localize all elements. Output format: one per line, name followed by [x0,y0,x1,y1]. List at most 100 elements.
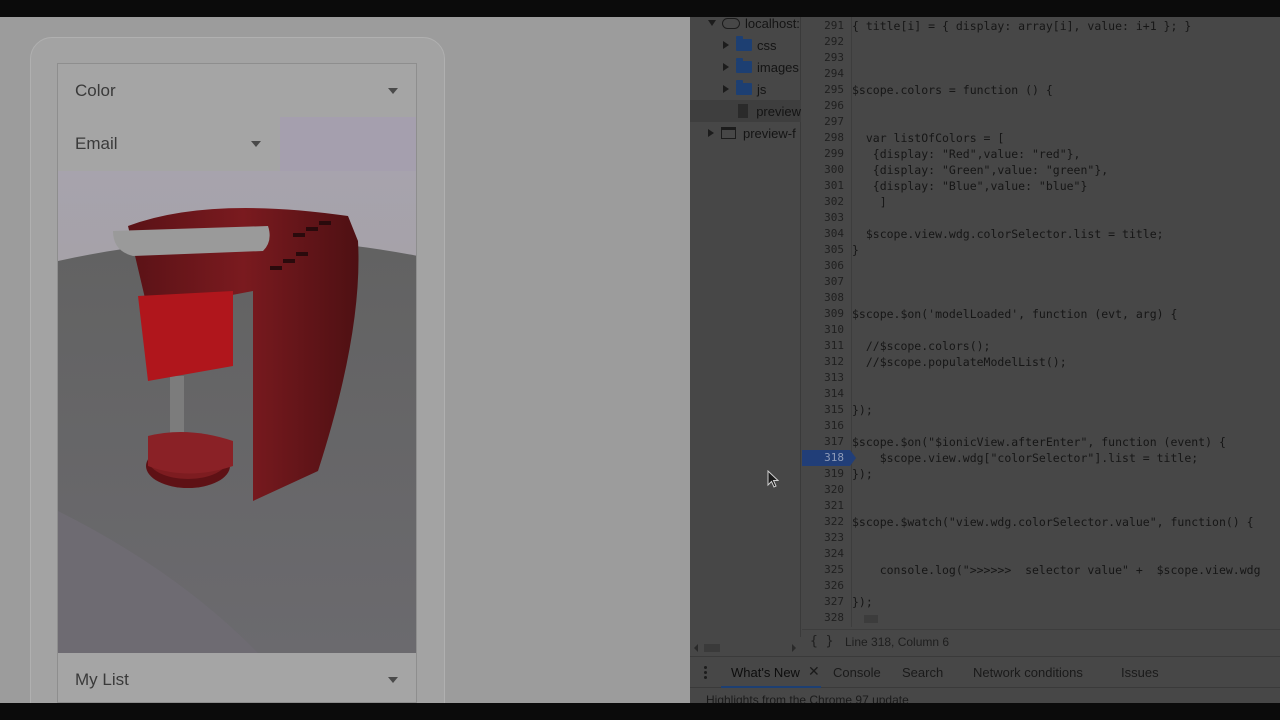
code-line[interactable]: 292 [802,34,1280,50]
code-line[interactable]: 310 [802,322,1280,338]
code-line[interactable]: 321 [802,498,1280,514]
line-number[interactable]: 322 [802,514,844,530]
tab-console[interactable]: Console [833,665,881,680]
line-number[interactable]: 315 [802,402,844,418]
code-line[interactable]: 325 console.log(">>>>>> selector value" … [802,562,1280,578]
code-line[interactable]: 320 [802,482,1280,498]
line-number[interactable]: 297 [802,114,844,130]
tree-item-css[interactable]: css [723,34,803,56]
line-number[interactable]: 307 [802,274,844,290]
tab-network-conditions[interactable]: Network conditions [973,665,1083,680]
code-line[interactable]: 327}); [802,594,1280,610]
tree-item-preview[interactable]: preview [690,100,801,122]
color-select[interactable]: Color [58,64,416,118]
code-line[interactable]: 319}); [802,466,1280,482]
model-viewer[interactable] [58,171,416,653]
code-line[interactable]: 311 //$scope.colors(); [802,338,1280,354]
line-number[interactable]: 295 [802,82,844,98]
line-number[interactable]: 305 [802,242,844,258]
code-line[interactable]: 291 { title[i] = { display: array[i], val… [802,18,1280,34]
line-number[interactable]: 323 [802,530,844,546]
more-options-icon[interactable] [704,666,708,680]
code-line[interactable]: 297 [802,114,1280,130]
code-line[interactable]: 315}); [802,402,1280,418]
code-line[interactable]: 322 $scope.$watch("view.wdg.colorSelector… [802,514,1280,530]
code-line[interactable]: 293 [802,50,1280,66]
code-line[interactable]: 312 //$scope.populateModelList(); [802,354,1280,370]
code-line[interactable]: 299 {display: "Red",value: "red"}, [802,146,1280,162]
code-line[interactable]: 318 $scope.view.wdg["colorSelector"].lis… [802,450,1280,466]
line-number[interactable]: 294 [802,66,844,82]
code-line[interactable]: 306 [802,258,1280,274]
tab-whats-new[interactable]: What's New [731,665,800,680]
code-line[interactable]: 326 [802,578,1280,594]
line-number[interactable]: 299 [802,146,844,162]
line-number[interactable]: 325 [802,562,844,578]
line-number[interactable]: 309 [802,306,844,322]
tab-search[interactable]: Search [902,665,943,680]
editor-scrollbar[interactable] [852,612,1280,626]
line-number[interactable]: 292 [802,34,844,50]
scroll-thumb[interactable] [704,644,720,652]
line-number[interactable]: 296 [802,98,844,114]
code-line[interactable]: 296 [802,98,1280,114]
line-number[interactable]: 311 [802,338,844,354]
email-select[interactable]: Email [58,117,280,171]
code-line[interactable]: 309 $scope.$on('modelLoaded', function (e… [802,306,1280,322]
line-number[interactable]: 291 [802,18,844,34]
tab-issues[interactable]: Issues [1121,665,1159,680]
line-number[interactable]: 316 [802,418,844,434]
line-number[interactable]: 298 [802,130,844,146]
code-line[interactable]: 324 [802,546,1280,562]
tree-item-preview-frame[interactable]: preview-f [708,122,803,144]
file-icon [738,104,749,118]
code-line[interactable]: 308 [802,290,1280,306]
drawer-content: Highlights from the Chrome 97 update [706,693,909,703]
code-line[interactable]: 302 ] [802,194,1280,210]
code-line[interactable]: 304 $scope.view.wdg.colorSelector.list =… [802,226,1280,242]
line-number[interactable]: 304 [802,226,844,242]
scroll-thumb[interactable] [864,615,878,623]
line-number[interactable]: 326 [802,578,844,594]
code-line[interactable]: 298 var listOfColors = [ [802,130,1280,146]
code-line[interactable]: 307 [802,274,1280,290]
code-line[interactable]: 317 $scope.$on("$ionicView.afterEnter", f… [802,434,1280,450]
code-line[interactable]: 323 [802,530,1280,546]
line-number[interactable]: 318 [802,450,856,466]
tree-item-js[interactable]: js [723,78,803,100]
my-list-select[interactable]: My List [58,653,416,702]
line-number[interactable]: 320 [802,482,844,498]
code-line[interactable]: 301 {display: "Blue",value: "blue"} [802,178,1280,194]
pretty-print-button[interactable]: { } [810,634,833,649]
line-number[interactable]: 310 [802,322,844,338]
line-number[interactable]: 312 [802,354,844,370]
code-line[interactable]: 316 [802,418,1280,434]
code-line[interactable]: 314 [802,386,1280,402]
line-number[interactable]: 293 [802,50,844,66]
tree-item-localhost[interactable]: localhost: [708,17,803,34]
code-line[interactable]: 300 {display: "Green",value: "green"}, [802,162,1280,178]
line-number[interactable]: 303 [802,210,844,226]
line-number[interactable]: 306 [802,258,844,274]
line-number[interactable]: 308 [802,290,844,306]
line-number[interactable]: 314 [802,386,844,402]
code-line[interactable]: 294 [802,66,1280,82]
line-number[interactable]: 313 [802,370,844,386]
line-number[interactable]: 301 [802,178,844,194]
code-line[interactable]: 303 [802,210,1280,226]
line-number[interactable]: 328 [802,610,844,626]
line-number[interactable]: 324 [802,546,844,562]
line-number[interactable]: 302 [802,194,844,210]
line-number[interactable]: 300 [802,162,844,178]
code-line[interactable]: 305} [802,242,1280,258]
line-number[interactable]: 327 [802,594,844,610]
code-line[interactable]: 313 [802,370,1280,386]
code-editor[interactable]: 291 { title[i] = { display: array[i], val… [802,17,1280,627]
line-number[interactable]: 321 [802,498,844,514]
tree-scrollbar[interactable] [694,642,796,654]
close-icon[interactable]: ✕ [808,663,820,680]
line-number[interactable]: 319 [802,466,844,482]
line-number[interactable]: 317 [802,434,844,450]
tree-item-images[interactable]: images [723,56,803,78]
code-line[interactable]: 295 $scope.colors = function () { [802,82,1280,98]
